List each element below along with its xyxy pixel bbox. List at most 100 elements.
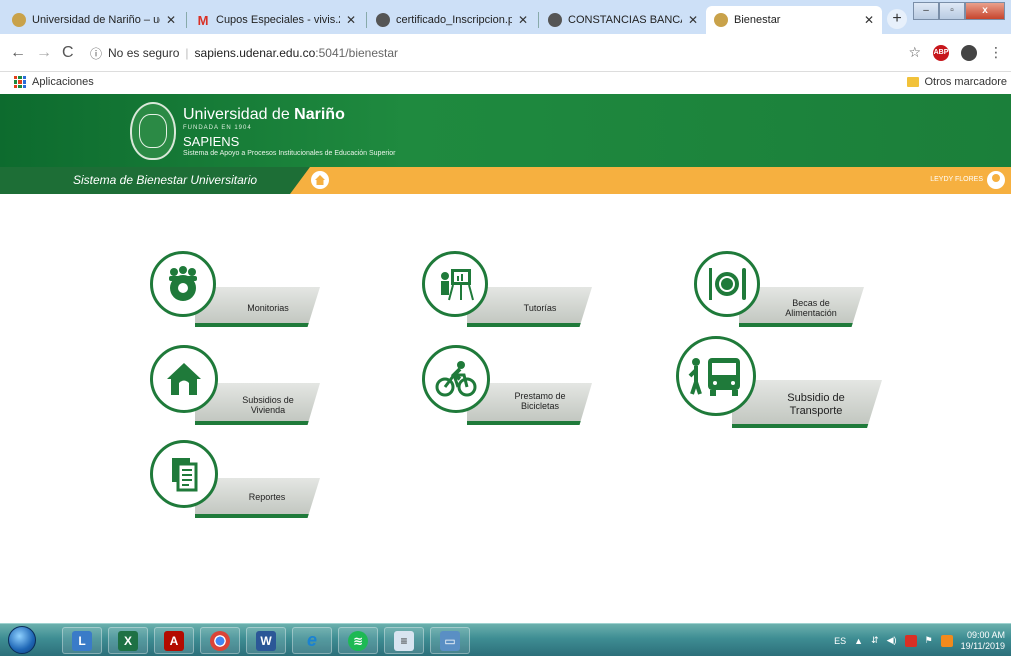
chrome-icon[interactable] [200, 627, 240, 654]
clock-time: 09:00 AM [966, 629, 1005, 640]
page-title: Sistema de Bienestar Universitario [73, 173, 258, 187]
excel-icon[interactable]: X [108, 627, 148, 654]
info-icon[interactable]: ⓘ [90, 45, 102, 62]
module-transporte[interactable]: Subsidio de Transporte [676, 336, 886, 430]
plate-cutlery-icon [694, 251, 760, 317]
module-label: Prestamo de Bicicletas [514, 391, 566, 412]
module-vivienda[interactable]: Subsidios de Vivienda [150, 345, 325, 429]
internet-explorer-icon[interactable]: e [292, 627, 332, 654]
system-subtitle: Sistema de Apoyo a Procesos Instituciona… [183, 150, 396, 157]
star-bookmark-icon[interactable]: ☆ [908, 44, 921, 61]
url-input[interactable]: ⓘ No es seguro | sapiens.udenar.edu.co :… [90, 42, 930, 64]
notepad-icon[interactable]: ≡ [384, 627, 424, 654]
maximize-button[interactable]: ▫ [939, 2, 965, 20]
url-path: :5041/bienestar [315, 46, 399, 60]
close-icon[interactable]: ✕ [688, 13, 698, 27]
acrobat-icon[interactable]: A [154, 627, 194, 654]
system-tray: ES ▲ ⇵ ◀) ⚑ 09:00 AM 19/11/2019 [834, 624, 1005, 656]
presentation-icon [422, 251, 488, 317]
site-header: Universidad de Nariño FUNDADA EN 1904 SA… [0, 94, 1011, 167]
university-seal-icon [130, 102, 176, 160]
taskbar: L X A W e ≋ ≡ ▭ ES ▲ ⇵ ◀) ⚑ 09:00 AM 19/… [0, 623, 1011, 656]
avast-icon[interactable] [940, 634, 953, 647]
module-bicicletas[interactable]: Prestamo de Bicicletas [422, 345, 597, 429]
gmail-notifier-icon[interactable] [904, 634, 917, 647]
volume-icon[interactable]: ◀) [887, 635, 897, 646]
tab-bienestar[interactable]: Bienestar ✕ [706, 6, 882, 34]
close-icon[interactable]: ✕ [518, 13, 528, 27]
url-host: sapiens.udenar.edu.co [194, 46, 316, 60]
browser-tab-strip: Universidad de Nariño – udenar ✕ M Cupos… [0, 0, 1011, 34]
home-icon [315, 175, 325, 185]
folder-icon [907, 77, 920, 87]
module-reportes[interactable]: Reportes [150, 440, 325, 522]
module-label: Becas de Alimentación [785, 298, 837, 319]
home-button[interactable] [311, 171, 329, 189]
clock-date: 19/11/2019 [960, 640, 1005, 651]
bicycle-icon [422, 345, 490, 413]
window-controls: – ▫ x [913, 2, 1005, 20]
language-indicator[interactable]: ES [834, 636, 846, 646]
house-icon [150, 345, 218, 413]
close-icon[interactable]: ✕ [346, 13, 356, 27]
flag-icon[interactable]: ⚑ [925, 635, 933, 646]
new-tab-button[interactable]: + [887, 9, 907, 29]
bookmark-apps[interactable]: Aplicaciones [14, 76, 94, 88]
tab-udenar[interactable]: Universidad de Nariño – udenar ✕ [4, 6, 184, 34]
module-monitorias[interactable]: Monitorias [150, 251, 325, 331]
close-icon[interactable]: ✕ [166, 13, 176, 27]
menu-kebab-icon[interactable]: ⋮ [989, 44, 1003, 61]
module-label: Reportes [248, 492, 286, 502]
close-icon[interactable]: ✕ [864, 13, 874, 27]
university-name: Universidad de Nariño [183, 106, 345, 123]
security-label: No es seguro [108, 46, 180, 60]
globe-favicon-icon [376, 13, 390, 27]
bus-icon [676, 336, 756, 416]
desktop-icon[interactable]: ▭ [430, 627, 470, 654]
reload-icon[interactable]: C [62, 44, 74, 62]
close-window-button[interactable]: x [965, 2, 1005, 20]
tab-title: CONSTANCIAS BANCARIAS UD [568, 14, 682, 26]
address-bar: ← → C ⓘ No es seguro | sapiens.udenar.ed… [0, 34, 1011, 72]
back-arrow-icon[interactable]: ← [10, 44, 26, 62]
user-avatar-icon[interactable] [987, 171, 1005, 189]
tab-certificado[interactable]: certificado_Inscripcion.pdf ✕ [368, 6, 536, 34]
bookmarks-bar: Aplicaciones Otros marcadore [0, 72, 1011, 94]
minimize-button[interactable]: – [913, 2, 939, 20]
module-becas[interactable]: Becas de Alimentación [694, 251, 869, 331]
nav-bar: Sistema de Bienestar Universitario LEYDY… [0, 167, 1011, 194]
start-button[interactable] [8, 626, 36, 654]
file-explorer-icon[interactable]: L [62, 627, 102, 654]
tab-title: certificado_Inscripcion.pdf [396, 14, 512, 26]
user-name[interactable]: LEYDY FLORES [930, 176, 983, 183]
documents-icon [150, 440, 218, 508]
spotify-icon[interactable]: ≋ [338, 627, 378, 654]
clock[interactable]: 09:00 AM 19/11/2019 [961, 630, 1005, 652]
bookmark-other[interactable]: Otros marcadore [907, 76, 1007, 88]
globe-favicon-icon [548, 13, 562, 27]
bookmark-other-label: Otros marcadore [924, 76, 1007, 88]
udenar-favicon-icon [12, 13, 26, 27]
tab-title: Universidad de Nariño – udenar [32, 14, 160, 26]
apps-grid-icon [14, 76, 26, 88]
founded-text: FUNDADA EN 1904 [183, 125, 252, 131]
team-gear-icon [150, 251, 216, 317]
module-tutorias[interactable]: Tutorías [422, 251, 597, 331]
word-icon[interactable]: W [246, 627, 286, 654]
gmail-favicon-icon: M [197, 12, 209, 28]
tab-constancias[interactable]: CONSTANCIAS BANCARIAS UD ✕ [540, 6, 706, 34]
module-label: Tutorías [523, 303, 557, 313]
chevron-up-icon[interactable]: ▲ [854, 636, 863, 646]
system-name: SAPIENS [183, 134, 240, 149]
module-label: Subsidios de Vivienda [242, 395, 294, 416]
extension-icon[interactable] [961, 44, 977, 61]
bookmark-apps-label: Aplicaciones [32, 76, 94, 88]
module-label: Monitorias [247, 303, 289, 313]
udenar-favicon-icon [714, 13, 728, 27]
tab-gmail[interactable]: M Cupos Especiales - vivis.2ovi@ ✕ [188, 6, 364, 34]
network-icon[interactable]: ⇵ [871, 635, 879, 646]
adblock-plus-icon[interactable]: ABP [933, 44, 949, 61]
forward-arrow-icon[interactable]: → [36, 44, 52, 62]
tab-title: Cupos Especiales - vivis.2ovi@ [216, 14, 340, 26]
tab-title: Bienestar [734, 14, 781, 26]
